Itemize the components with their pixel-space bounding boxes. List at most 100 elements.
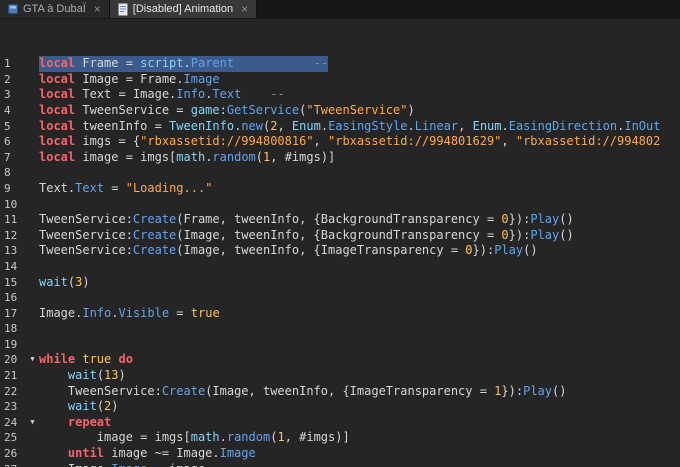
code-line[interactable]: 17 Image.Info.Visible = true <box>0 306 680 322</box>
token-t: Text. <box>39 180 76 195</box>
code-line[interactable]: 11 TweenService:Create(Frame, tweenInfo, … <box>0 212 680 228</box>
line-number: 4 <box>4 103 11 117</box>
code-text: Image.Image = image <box>39 462 205 467</box>
code-text: repeat <box>39 415 111 431</box>
token-t: () <box>552 383 567 398</box>
code-line[interactable]: 8 <box>0 165 680 181</box>
code-line[interactable]: 2 local Image = Frame.Image <box>0 72 680 88</box>
code-line[interactable]: 19 <box>0 337 680 353</box>
code-text: TweenService:Create(Frame, tweenInfo, {B… <box>39 212 574 228</box>
tab-0[interactable]: GTA à DubaÏ × <box>0 0 110 18</box>
token-p: Text <box>212 87 242 102</box>
token-t: () <box>559 212 574 227</box>
code-line[interactable]: 23 wait(2) <box>0 399 680 415</box>
token-p: GetService <box>226 102 300 117</box>
code-lines: 1 local Frame = script.Parent -- 2 local Im… <box>0 56 680 467</box>
token-k: local <box>39 56 76 71</box>
token-p: EasingStyle <box>328 118 408 133</box>
line-number: 22 <box>4 384 18 398</box>
code-line[interactable]: 27 Image.Image = image <box>0 462 680 467</box>
token-t: . <box>407 118 415 133</box>
code-line[interactable]: 4 local TweenService = game:GetService("T… <box>0 103 680 119</box>
code-editor[interactable]: 1 local Frame = script.Parent -- 2 local Im… <box>0 19 680 467</box>
code-line[interactable]: 10 <box>0 197 680 213</box>
fold-arrow-icon[interactable]: ▼ <box>26 415 39 431</box>
fold-arrow-icon[interactable]: ▼ <box>26 352 39 368</box>
script-editor-window: GTA à DubaÏ × [Disabled] Animation × 1 local… <box>0 0 680 467</box>
line-number: 9 <box>4 181 11 195</box>
tab-close-icon[interactable]: × <box>241 3 248 15</box>
code-text: local tweenInfo = TweenInfo.new(2, Enum.… <box>39 119 660 135</box>
token-p: Info <box>82 305 112 320</box>
tab-close-icon[interactable]: × <box>94 3 101 15</box>
code-line[interactable]: 9 Text.Text = "Loading..." <box>0 181 680 197</box>
code-line[interactable]: 15 wait(3) <box>0 275 680 291</box>
code-line[interactable]: 3 local Text = Image.Info.Text -- <box>0 87 680 103</box>
token-t: , <box>501 134 516 149</box>
code-text: local Frame = script.Parent -- <box>39 56 329 72</box>
token-t: Frame = <box>75 56 141 71</box>
token-p: Image <box>183 71 220 86</box>
token-b: Enum <box>291 118 321 133</box>
line-number: 14 <box>4 259 18 273</box>
token-p: Create <box>161 383 206 398</box>
tab-bar: GTA à DubaÏ × [Disabled] Animation × <box>0 0 680 19</box>
tab-1-active[interactable]: [Disabled] Animation × <box>109 0 258 18</box>
token-t: ( <box>96 399 105 414</box>
token-b: wait <box>67 399 97 414</box>
token-t: Image = Frame. <box>75 71 184 86</box>
token-p: Create <box>132 212 177 227</box>
token-p: Linear <box>414 118 459 133</box>
line-number: 21 <box>4 369 18 383</box>
token-t: . <box>320 118 329 133</box>
code-line[interactable]: 16 <box>0 290 680 306</box>
token-s: "TweenService" <box>306 102 408 117</box>
line-number: 8 <box>4 166 11 180</box>
token-t <box>111 352 118 366</box>
code-text: TweenService:Create(Image, tweenInfo, {B… <box>39 228 574 244</box>
token-t: }): <box>508 212 531 227</box>
line-number: 26 <box>4 447 18 461</box>
token-t <box>39 446 68 460</box>
code-line[interactable]: 20 ▼ while true do <box>0 352 680 368</box>
line-number: 2 <box>4 72 11 86</box>
code-line[interactable]: 25 image = imgs[math.random(1, #imgs)] <box>0 430 680 446</box>
code-line[interactable]: 21 wait(13) <box>0 368 680 384</box>
code-line[interactable]: 24 ▼ repeat <box>0 415 680 431</box>
token-b: game <box>190 102 220 117</box>
token-s: "rbxassetid://994802 <box>515 134 661 149</box>
code-line[interactable]: 12 TweenService:Create(Image, tweenInfo, … <box>0 228 680 244</box>
token-p: Create <box>132 243 177 258</box>
code-text: wait(13) <box>39 368 126 384</box>
token-t: ) <box>407 102 415 117</box>
token-t: tweenInfo = <box>75 118 170 133</box>
code-line[interactable]: 18 <box>0 321 680 337</box>
code-line[interactable]: 5 local tweenInfo = TweenInfo.new(2, Enum… <box>0 119 680 135</box>
token-n: 0 <box>501 212 509 227</box>
code-line[interactable]: 6 local imgs = {"rbxassetid://994800816",… <box>0 134 680 150</box>
token-k: local <box>39 149 76 164</box>
token-k: local <box>39 118 76 133</box>
token-n: 1 <box>277 430 285 445</box>
code-line[interactable]: 22 TweenService:Create(Image, tweenInfo,… <box>0 384 680 400</box>
tab-label: GTA à DubaÏ <box>23 3 86 15</box>
code-line[interactable]: 13 TweenService:Create(Image, tweenInfo, … <box>0 243 680 259</box>
code-line[interactable]: 14 <box>0 259 680 275</box>
token-t: }): <box>501 383 524 398</box>
token-b: math <box>176 149 206 164</box>
code-line[interactable]: 26 until image ~= Image.Image <box>0 446 680 462</box>
place-icon <box>8 4 18 14</box>
token-t: TweenService: <box>39 383 162 398</box>
code-line[interactable]: 7 local image = imgs[math.random(1, #imgs… <box>0 150 680 166</box>
token-n: 0 <box>501 227 509 242</box>
code-line[interactable]: 1 local Frame = script.Parent -- <box>0 56 680 72</box>
token-t: TweenService: <box>39 243 133 258</box>
